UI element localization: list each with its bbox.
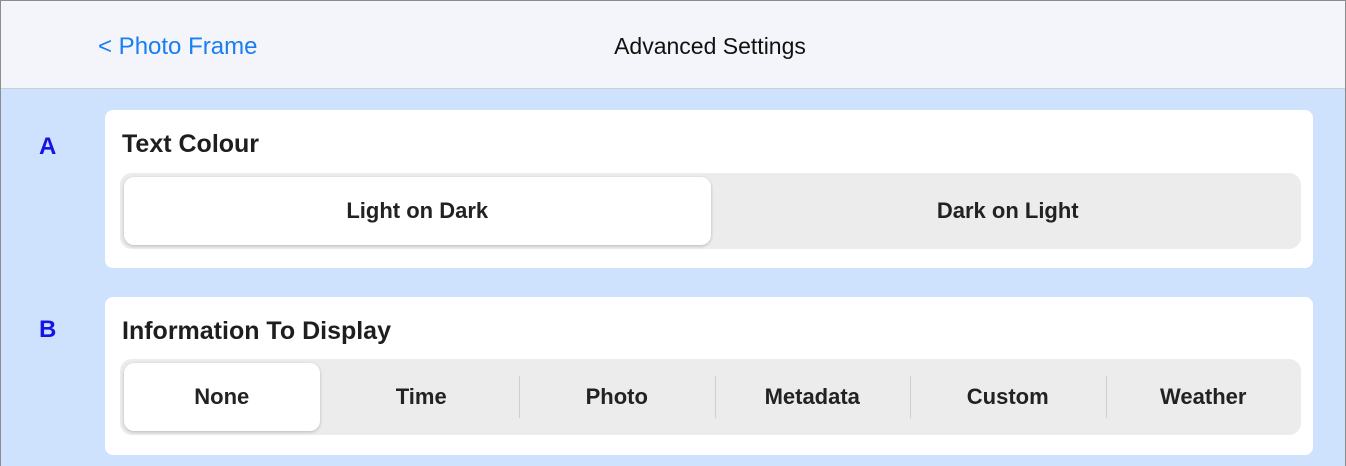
option-metadata[interactable]: Metadata xyxy=(714,359,911,435)
text-colour-card: Text Colour Light on Dark Dark on Light xyxy=(105,110,1313,268)
information-display-segmented-control: None Time Photo Metadata Custom Weather xyxy=(120,359,1301,435)
option-label: Dark on Light xyxy=(936,198,1079,223)
option-label: None xyxy=(194,384,250,409)
page-title: Advanced Settings xyxy=(614,33,806,59)
option-weather[interactable]: Weather xyxy=(1105,359,1302,435)
option-photo[interactable]: Photo xyxy=(519,359,715,435)
text-colour-segmented-control: Light on Dark Dark on Light xyxy=(120,173,1301,249)
section-marker-b: B xyxy=(39,316,57,343)
option-label: Light on Dark xyxy=(346,198,489,223)
option-label: Weather xyxy=(1160,384,1247,409)
option-custom[interactable]: Custom xyxy=(910,359,1106,435)
information-display-title: Information To Display xyxy=(122,317,391,345)
option-label: Photo xyxy=(585,384,648,409)
option-none[interactable]: None xyxy=(124,363,320,431)
text-colour-title: Text Colour xyxy=(122,130,260,158)
section-marker-a: A xyxy=(39,133,57,160)
navigation-bar: < Photo Frame Advanced Settings xyxy=(1,1,1345,89)
option-label: Custom xyxy=(966,384,1049,409)
information-display-card: Information To Display None Time Photo M… xyxy=(105,297,1313,455)
option-label: Time xyxy=(395,384,447,409)
settings-screen: < Photo Frame Advanced Settings A Text C… xyxy=(0,0,1346,466)
option-light-on-dark[interactable]: Light on Dark xyxy=(124,177,711,245)
option-dark-on-light[interactable]: Dark on Light xyxy=(715,173,1302,249)
option-label: Metadata xyxy=(764,384,860,409)
option-time[interactable]: Time xyxy=(324,359,520,435)
